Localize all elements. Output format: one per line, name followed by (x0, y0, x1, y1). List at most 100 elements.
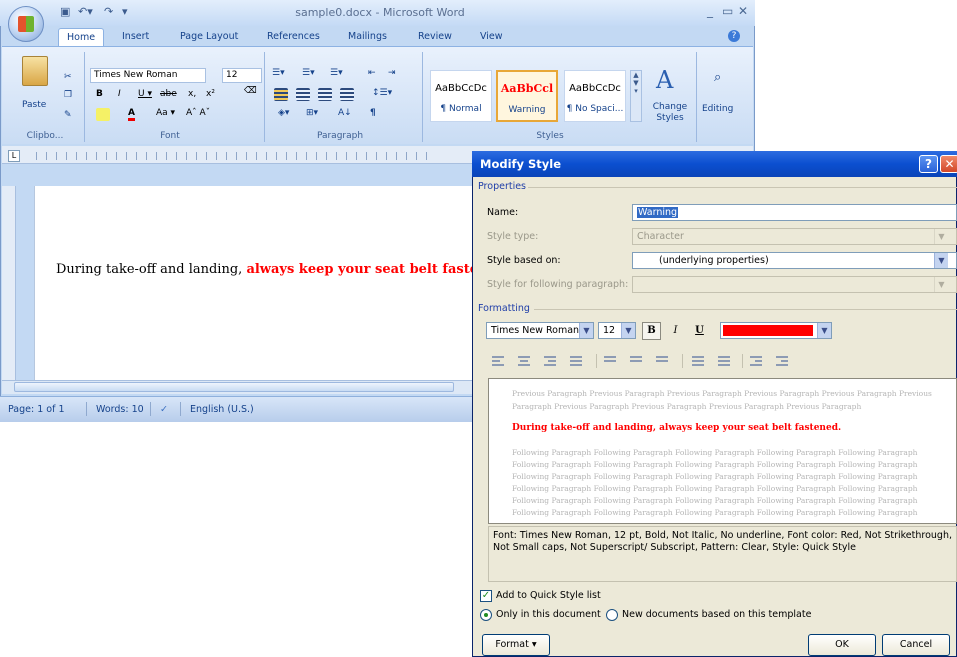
tab-review[interactable]: Review (410, 28, 460, 46)
minimize-icon[interactable]: _ (707, 4, 713, 18)
dialog-italic-button[interactable]: I (666, 322, 685, 340)
dialog-bold-button[interactable]: B (642, 322, 661, 340)
justify-icon[interactable] (340, 88, 354, 101)
help-icon[interactable]: ? (728, 30, 740, 42)
copy-icon[interactable]: ❐ (64, 90, 72, 100)
cut-icon[interactable]: ✂ (64, 72, 72, 82)
tab-home[interactable]: Home (58, 28, 105, 46)
one-half-spacing-icon[interactable] (630, 356, 642, 366)
style-type-select[interactable]: Character ▼ (632, 228, 957, 245)
tab-references[interactable]: References (259, 28, 328, 46)
sort-icon[interactable]: A↓ (338, 108, 352, 118)
dialog-help-button[interactable]: ? (919, 155, 938, 173)
space-before-icon[interactable] (692, 356, 704, 366)
double-spacing-icon[interactable] (656, 356, 668, 366)
styles-gallery-scroll[interactable]: ▲ ▼ ▾ (630, 70, 642, 122)
style-based-on-select[interactable]: (underlying properties) ▼ (632, 252, 957, 269)
tab-mailings[interactable]: Mailings (340, 28, 395, 46)
tab-view[interactable]: View (472, 28, 511, 46)
dialog-font-size-select[interactable]: 12 ▼ (598, 322, 636, 339)
tab-insert[interactable]: Insert (114, 28, 157, 46)
shading-icon[interactable]: ◈▾ (278, 108, 289, 118)
ribbon-font-size[interactable]: 12 (222, 68, 262, 83)
clear-formatting-icon[interactable]: ⌫ (244, 86, 257, 96)
dialog-decrease-indent-icon[interactable] (750, 356, 762, 366)
dialog-close-button[interactable]: ✕ (940, 155, 957, 173)
line-spacing-icon[interactable]: ↕☰▾ (372, 88, 392, 98)
paste-button[interactable]: Paste (22, 100, 46, 110)
formatting-section-label: Formatting (478, 303, 530, 314)
status-words[interactable]: Words: 10 (96, 404, 144, 415)
increase-indent-icon[interactable]: ⇥ (388, 68, 396, 78)
strikethrough-icon[interactable]: abe (160, 89, 177, 99)
add-quick-style-checkbox[interactable]: ✓ (480, 590, 492, 602)
single-spacing-icon[interactable] (604, 356, 616, 366)
dialog-align-right-icon[interactable] (544, 356, 556, 366)
style-normal[interactable]: AaBbCcDc ¶ Normal (430, 70, 492, 122)
subscript-icon[interactable]: x, (188, 89, 196, 99)
vertical-ruler[interactable] (2, 186, 16, 382)
format-button[interactable]: Format ▾ (482, 634, 550, 656)
tab-selector-icon[interactable]: L (8, 150, 20, 162)
document-text[interactable]: During take-off and landing, always keep… (56, 262, 509, 277)
dialog-align-center-icon[interactable] (518, 356, 530, 366)
only-this-document-label[interactable]: Only in this document (496, 609, 601, 620)
change-case-icon[interactable]: Aa ▾ (156, 108, 175, 118)
ok-button[interactable]: OK (808, 634, 876, 656)
bold-icon[interactable]: B (96, 89, 103, 99)
binoculars-icon[interactable]: ⌕ (714, 70, 721, 85)
dialog-underline-button[interactable]: U (690, 322, 709, 340)
numbering-icon[interactable]: ☰▾ (302, 68, 315, 78)
dialog-font-name-select[interactable]: Times New Roman ▼ (486, 322, 594, 339)
dialog-align-left-icon[interactable] (492, 356, 504, 366)
style-sample: AaBbCcDc (569, 83, 621, 94)
editing-button[interactable]: Editing (702, 104, 733, 114)
maximize-icon[interactable]: ▭ (722, 4, 733, 18)
show-hide-icon[interactable]: ¶ (370, 108, 376, 118)
office-button[interactable] (8, 6, 44, 42)
cancel-button[interactable]: Cancel (882, 634, 950, 656)
highlight-icon[interactable] (96, 108, 110, 121)
proofing-icon[interactable]: ✓ (160, 404, 168, 415)
status-language[interactable]: English (U.S.) (190, 404, 254, 415)
space-after-icon[interactable] (718, 356, 730, 366)
new-documents-radio[interactable] (606, 609, 618, 621)
new-documents-label[interactable]: New documents based on this template (622, 609, 811, 620)
undo-icon[interactable]: ↶▾ (78, 5, 93, 20)
change-styles-button[interactable]: Change Styles (650, 102, 690, 124)
only-this-document-radio[interactable] (480, 609, 492, 621)
dialog-increase-indent-icon[interactable] (776, 356, 788, 366)
underline-icon[interactable]: U ▾ (138, 89, 152, 99)
paste-icon[interactable] (22, 56, 48, 86)
style-no-spacing[interactable]: AaBbCcDc ¶ No Spaci... (564, 70, 626, 122)
dialog-justify-icon[interactable] (570, 356, 582, 366)
italic-icon[interactable]: I (118, 89, 121, 99)
tab-page-layout[interactable]: Page Layout (172, 28, 246, 46)
bullets-icon[interactable]: ☰▾ (272, 68, 285, 78)
horizontal-scroll-thumb[interactable] (14, 382, 454, 392)
format-painter-icon[interactable]: ✎ (64, 110, 72, 120)
grow-shrink-font-icon[interactable]: Aˆ Aˇ (186, 108, 210, 118)
style-warning[interactable]: AaBbCcl Warning (496, 70, 558, 122)
align-left-icon[interactable] (274, 88, 288, 101)
following-paragraph-select[interactable]: ▼ (632, 276, 957, 293)
multilevel-list-icon[interactable]: ☰▾ (330, 68, 343, 78)
redo-icon[interactable]: ↷ (104, 5, 113, 20)
style-name-input[interactable]: Warning (632, 204, 957, 221)
group-separator (264, 52, 265, 142)
add-quick-style-label[interactable]: Add to Quick Style list (496, 590, 601, 601)
qat-customize-icon[interactable]: ▾ (122, 5, 128, 20)
save-icon[interactable]: ▣ (60, 5, 70, 20)
align-right-icon[interactable] (318, 88, 332, 101)
align-center-icon[interactable] (296, 88, 310, 101)
status-page[interactable]: Page: 1 of 1 (8, 404, 65, 415)
borders-icon[interactable]: ⊞▾ (306, 108, 318, 118)
superscript-icon[interactable]: x² (206, 89, 215, 99)
font-color-select[interactable]: ▼ (720, 322, 832, 339)
font-color-swatch (723, 325, 813, 336)
ribbon-font-name[interactable]: Times New Roman (90, 68, 206, 83)
change-styles-icon[interactable]: A (656, 66, 673, 94)
font-color-icon[interactable]: A (128, 108, 135, 121)
decrease-indent-icon[interactable]: ⇤ (368, 68, 376, 78)
close-icon[interactable]: ✕ (738, 4, 748, 18)
